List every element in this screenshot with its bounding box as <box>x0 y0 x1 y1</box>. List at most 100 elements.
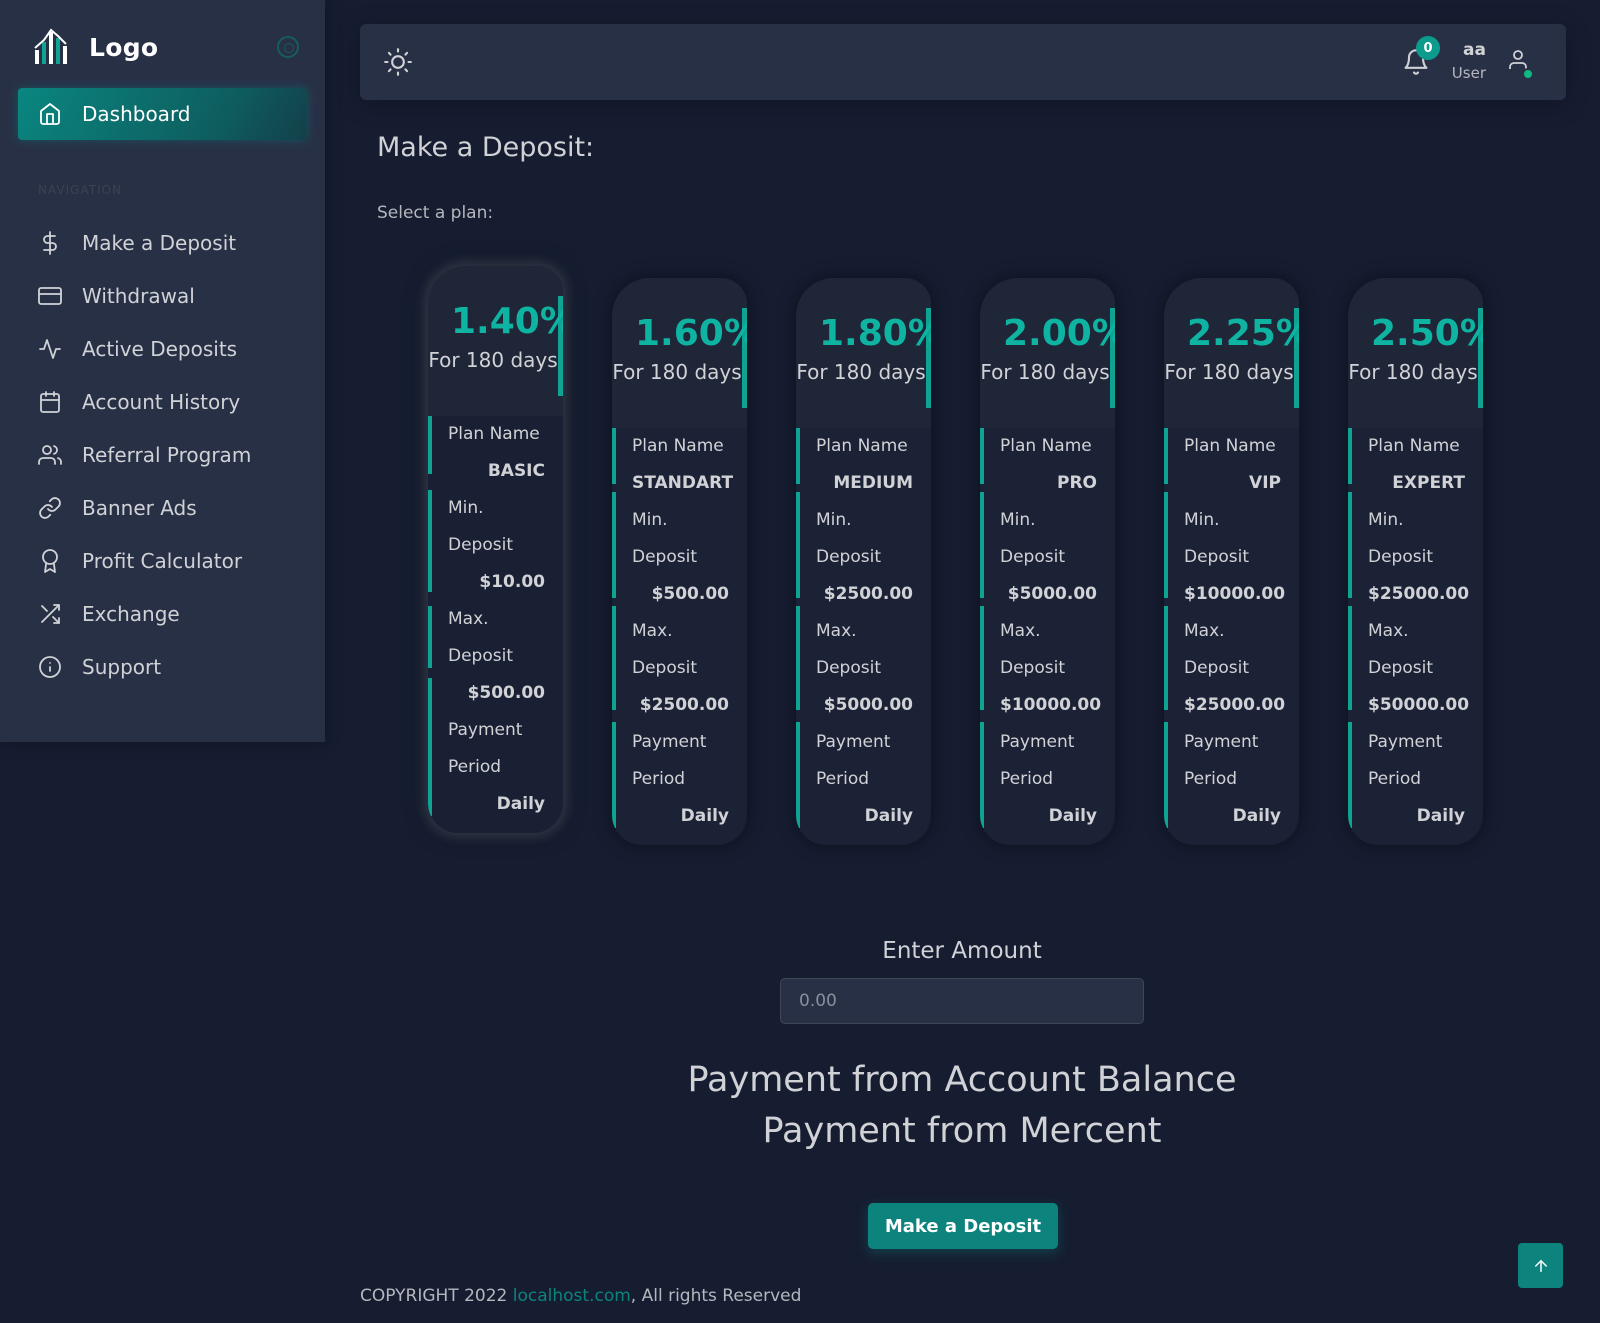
sun-icon[interactable] <box>384 48 412 76</box>
amount-input[interactable] <box>780 978 1144 1024</box>
plan-name-value: MEDIUM <box>833 473 913 493</box>
footer-link[interactable]: localhost.com <box>513 1286 631 1306</box>
sidebar-collapse-toggle[interactable] <box>277 36 299 58</box>
max-deposit-value: $2500.00 <box>639 695 729 715</box>
activity-icon <box>38 337 62 361</box>
plan-accent-edge <box>612 428 616 484</box>
plan-header: 1.80% For 180 days <box>796 278 931 428</box>
plan-name-label: Plan Name <box>1368 436 1460 456</box>
min-deposit-value: $10000.00 <box>1184 584 1286 604</box>
payment-period-value: Daily <box>680 806 729 826</box>
sidebar-item-label: Exchange <box>82 602 180 626</box>
plan-name-value: BASIC <box>487 461 545 481</box>
payment-period-label: Period <box>1184 769 1238 789</box>
sidebar-item-account-history[interactable]: Account History <box>18 379 307 425</box>
plan-details: Plan Name EXPERT Min. Deposit $25000.00 Max. D… <box>1348 428 1483 845</box>
user-name[interactable]: aa <box>1463 40 1486 60</box>
payment-option-account-balance[interactable]: Payment from Account Balance <box>580 1060 1344 1100</box>
plan-name-label: Plan Name <box>1184 436 1276 456</box>
plan-rate: 1.60% <box>635 313 747 354</box>
plan-accent-edge <box>1348 428 1352 484</box>
plan-accent-edge <box>1164 606 1168 710</box>
min-deposit-label: Min. <box>1184 510 1220 530</box>
payment-period-label: Payment <box>1368 732 1443 752</box>
plan-accent-edge <box>1164 428 1168 484</box>
payment-period-label: Payment <box>816 732 891 752</box>
sidebar-item-profit-calculator[interactable]: Profit Calculator <box>18 538 307 584</box>
plan-header: 1.60% For 180 days <box>612 278 747 428</box>
sidebar-item-make-deposit[interactable]: Make a Deposit <box>18 220 307 266</box>
plan-card-2[interactable]: 1.80% For 180 days Plan Name MEDIUM Min. Depo… <box>796 278 931 845</box>
sidebar-item-dashboard[interactable]: Dashboard <box>18 88 307 140</box>
top-navbar: 0 aa User <box>360 24 1566 100</box>
sidebar: Logo Dashboard NAVIGATION Make a Deposit… <box>0 0 325 742</box>
sidebar-item-active-deposits[interactable]: Active Deposits <box>18 326 307 372</box>
plan-accent-edge <box>796 722 800 828</box>
max-deposit-label: Max. <box>632 621 673 641</box>
plan-card-5[interactable]: 2.50% For 180 days Plan Name EXPERT Min. Depo… <box>1348 278 1483 845</box>
max-deposit-label: Deposit <box>1184 658 1249 678</box>
payment-period-label: Period <box>448 757 502 777</box>
plan-accent-edge <box>428 490 432 592</box>
plan-card-0[interactable]: 1.40% For 180 days Plan Name BASICMin. Depos… <box>428 266 563 833</box>
max-deposit-label: Deposit <box>448 646 513 666</box>
arrow-up-icon <box>1534 1259 1547 1272</box>
plan-header: 2.00% For 180 days <box>980 278 1115 428</box>
plan-accent-edge <box>1164 492 1168 598</box>
plan-name-value: EXPERT <box>1392 473 1465 493</box>
footer: COPYRIGHT 2022 localhost.com, All rights… <box>360 1286 801 1306</box>
plan-duration: For 180 days <box>428 348 558 372</box>
plan-header: 1.40% For 180 days <box>428 266 563 416</box>
payment-period-label: Period <box>1000 769 1054 789</box>
brand-name: Logo <box>89 32 159 62</box>
sidebar-item-referral-program[interactable]: Referral Program <box>18 432 307 478</box>
plan-card-3[interactable]: 2.00% For 180 days Plan Name PRO Min. Deposit… <box>980 278 1115 845</box>
min-deposit-label: Deposit <box>816 547 881 567</box>
sidebar-item-label: Withdrawal <box>82 284 195 308</box>
plan-duration: For 180 days <box>1348 360 1478 384</box>
plan-details: Plan Name PRO Min. Deposit $5000.00 Max. Depos… <box>980 428 1115 845</box>
shuffle-icon <box>38 602 62 626</box>
select-plan-label: Select a plan: <box>377 203 494 223</box>
max-deposit-value: $5000.00 <box>823 695 913 715</box>
sidebar-item-label: Active Deposits <box>82 337 238 361</box>
min-deposit-label: Deposit <box>1000 547 1065 567</box>
sidebar-item-label: Account History <box>82 390 241 414</box>
max-deposit-value: $10000.00 <box>1000 695 1102 715</box>
dollar-icon <box>38 231 62 255</box>
max-deposit-label: Max. <box>1000 621 1041 641</box>
plan-rate: 2.50% <box>1371 313 1483 354</box>
scroll-to-top-button[interactable] <box>1518 1243 1563 1288</box>
make-deposit-button[interactable]: Make a Deposit <box>868 1203 1058 1249</box>
plan-name-label: Plan Name <box>448 424 540 444</box>
plan-card-1[interactable]: 1.60% For 180 days Plan Name STANDART Min. De… <box>612 278 747 845</box>
enter-amount-label: Enter Amount <box>882 938 1042 964</box>
credit-card-icon <box>38 284 62 308</box>
sidebar-item-exchange[interactable]: Exchange <box>18 591 307 637</box>
sidebar-item-support[interactable]: Support <box>18 644 307 690</box>
plan-accent-edge <box>612 606 616 710</box>
payment-option-mercent[interactable]: Payment from Mercent <box>580 1111 1344 1151</box>
plan-duration: For 180 days <box>980 360 1110 384</box>
plan-accent-edge <box>980 492 984 598</box>
max-deposit-label: Max. <box>1184 621 1225 641</box>
payment-period-label: Period <box>816 769 870 789</box>
min-deposit-label: Deposit <box>1368 547 1433 567</box>
plan-accent-edge <box>980 428 984 484</box>
notification-badge: 0 <box>1416 36 1440 60</box>
sidebar-item-withdrawal[interactable]: Withdrawal <box>18 273 307 319</box>
min-deposit-value: $2500.00 <box>823 584 913 604</box>
plan-duration: For 180 days <box>1164 360 1294 384</box>
plan-card-4[interactable]: 2.25% For 180 days Plan Name VIP Min. Deposit… <box>1164 278 1299 845</box>
brand[interactable]: Logo <box>33 28 158 66</box>
sidebar-item-banner-ads[interactable]: Banner Ads <box>18 485 307 531</box>
payment-period-label: Payment <box>1000 732 1075 752</box>
plan-accent-edge <box>796 606 800 710</box>
min-deposit-label: Min. <box>1368 510 1404 530</box>
min-deposit-label: Deposit <box>632 547 697 567</box>
plan-name-value: STANDART <box>632 473 734 493</box>
users-icon <box>38 443 62 467</box>
plan-name-value: VIP <box>1249 473 1281 493</box>
min-deposit-label: Deposit <box>448 535 513 555</box>
payment-period-value: Daily <box>496 794 545 814</box>
